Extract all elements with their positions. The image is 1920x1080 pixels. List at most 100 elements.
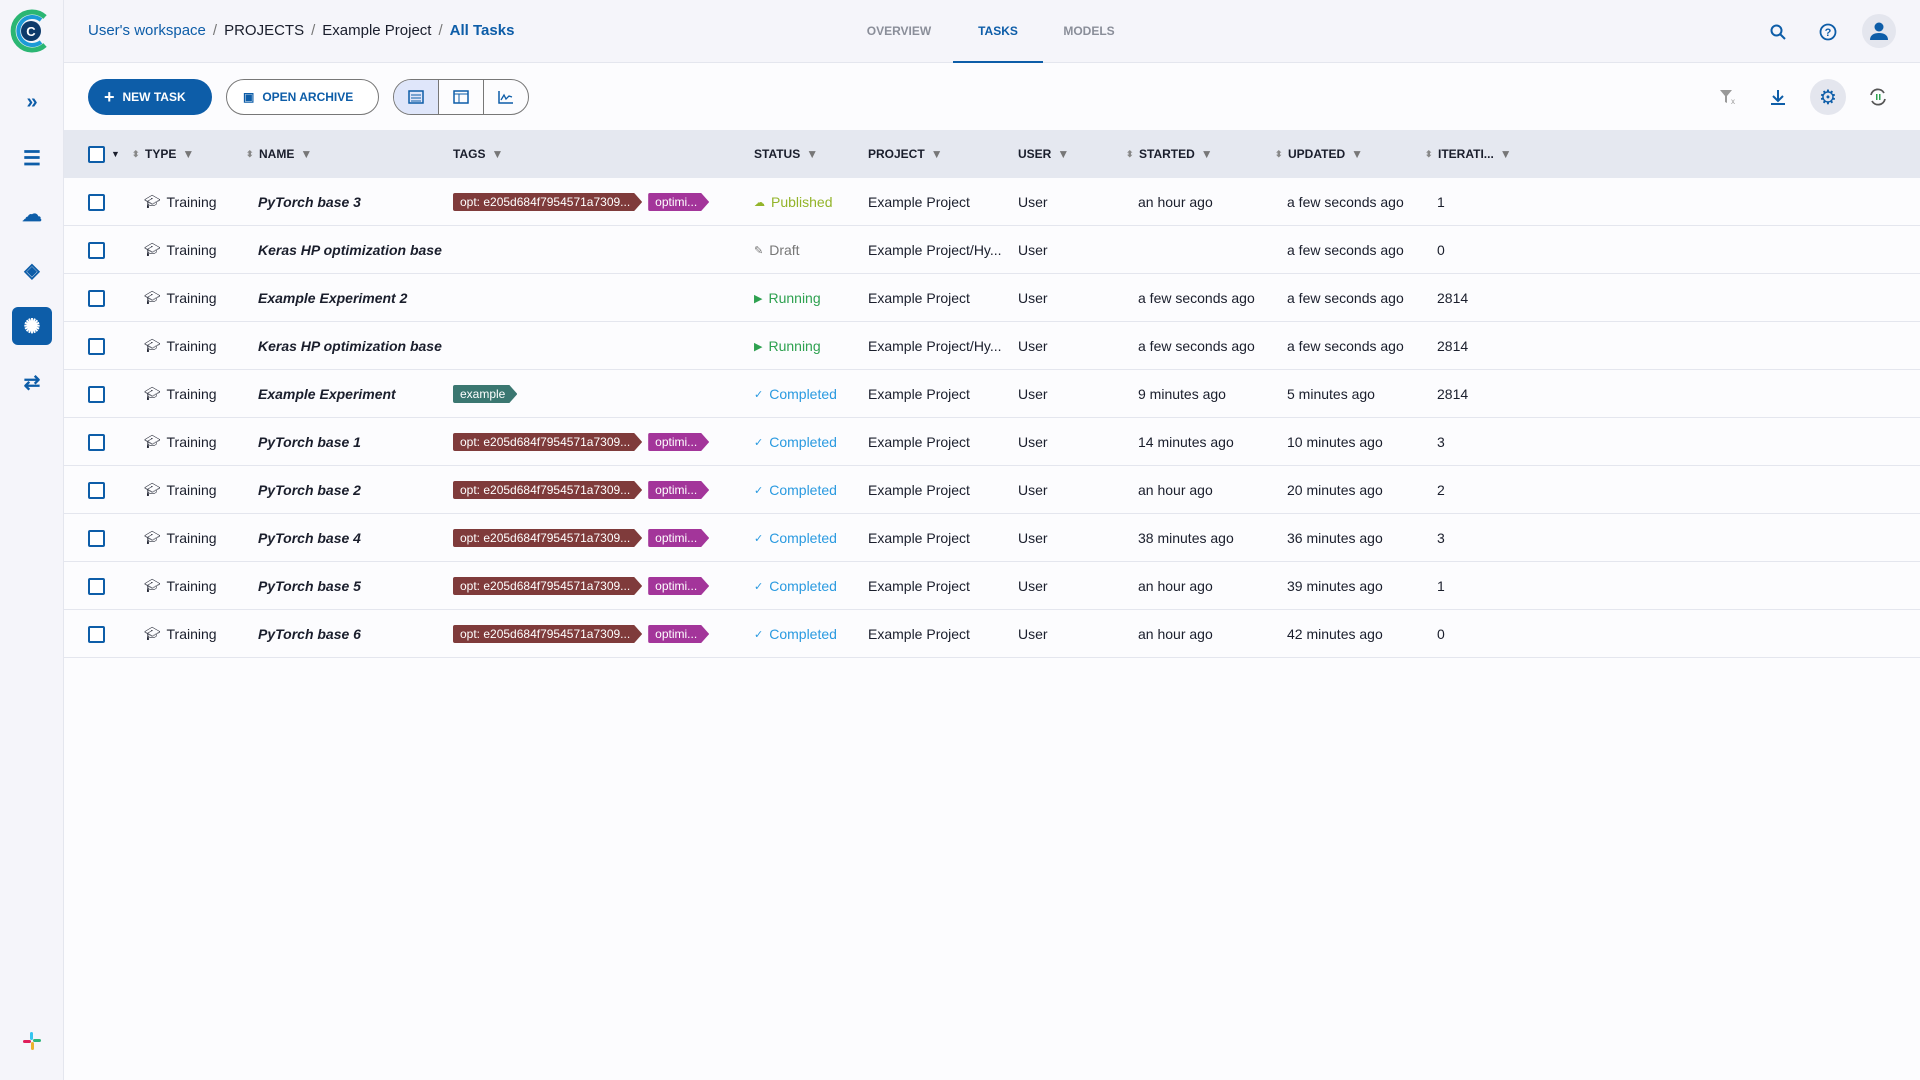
tag-chip[interactable]: optimi...	[648, 433, 709, 451]
table-row[interactable]: 🎓︎ Training PyTorch base 6 opt: e205d684f79…	[64, 610, 1920, 658]
task-name[interactable]: Keras HP optimization base	[258, 226, 442, 274]
row-checkbox[interactable]	[88, 226, 105, 274]
tag-chip[interactable]: optimi...	[648, 481, 709, 499]
user-cell: User	[1018, 290, 1048, 306]
row-checkbox[interactable]	[88, 466, 105, 514]
iterations-cell: 2814	[1437, 386, 1469, 402]
help-icon[interactable]: ?	[1812, 16, 1844, 48]
tag-chip[interactable]: optimi...	[648, 625, 709, 643]
project-cell: Example Project	[868, 626, 970, 642]
training-type-icon: 🎓︎	[144, 482, 161, 497]
row-checkbox[interactable]	[88, 322, 105, 370]
breadcrumb-project[interactable]: Example Project	[322, 22, 431, 39]
updated-cell: 5 minutes ago	[1287, 386, 1375, 402]
download-icon[interactable]	[1760, 79, 1796, 115]
breadcrumb-projects[interactable]: PROJECTS	[224, 22, 304, 39]
task-name[interactable]: PyTorch base 3	[258, 178, 361, 226]
tag-chip[interactable]: opt: e205d684f7954571a7309...	[453, 193, 642, 211]
table-row[interactable]: 🎓︎ Training PyTorch base 1 opt: e205d684f79…	[64, 418, 1920, 466]
row-checkbox[interactable]	[88, 562, 105, 610]
tag-chip[interactable]: opt: e205d684f7954571a7309...	[453, 481, 642, 499]
column-header-updated[interactable]: ⬍ UPDATED ▼	[1275, 130, 1363, 178]
project-cell: Example Project/Hy...	[868, 338, 1002, 354]
workers-icon[interactable]: ☰	[12, 139, 52, 177]
task-type: Training	[166, 578, 217, 594]
tag-chip[interactable]: opt: e205d684f7954571a7309...	[453, 625, 642, 643]
row-checkbox[interactable]	[88, 178, 105, 226]
table-row[interactable]: 🎓︎ Training PyTorch base 5 opt: e205d684f79…	[64, 562, 1920, 610]
slack-icon[interactable]	[12, 1022, 52, 1060]
task-name[interactable]: Example Experiment	[258, 370, 396, 418]
table-header: ▼ ⬍ TYPE ▼ ⬍ NAME ▼ TAGS ▼ STATUS ▼ PROJECT ▼ USER ▼ ⬍…	[64, 130, 1920, 178]
user-avatar-icon[interactable]	[1862, 14, 1896, 48]
tab-overview[interactable]: OVERVIEW	[864, 0, 934, 63]
row-checkbox[interactable]	[88, 610, 105, 658]
task-name[interactable]: PyTorch base 4	[258, 514, 361, 562]
task-name[interactable]: PyTorch base 6	[258, 610, 361, 658]
column-header-iterati[interactable]: ⬍ ITERATI... ▼	[1425, 130, 1512, 178]
table-row[interactable]: 🎓︎ Training PyTorch base 2 opt: e205d684f79…	[64, 466, 1920, 514]
clear-filters-icon[interactable]: x	[1710, 79, 1746, 115]
task-name[interactable]: PyTorch base 2	[258, 466, 361, 514]
tag-chip[interactable]: optimi...	[648, 529, 709, 547]
sort-icon: ⬍	[1126, 148, 1134, 159]
logo-icon[interactable]: C	[8, 8, 54, 54]
started-cell: a few seconds ago	[1138, 290, 1255, 306]
column-header-project[interactable]: PROJECT ▼	[868, 130, 943, 178]
row-checkbox[interactable]	[88, 274, 105, 322]
row-checkbox[interactable]	[88, 514, 105, 562]
task-name[interactable]: PyTorch base 5	[258, 562, 361, 610]
updated-cell: a few seconds ago	[1287, 338, 1404, 354]
user-cell: User	[1018, 194, 1048, 210]
task-name[interactable]: Keras HP optimization base	[258, 322, 442, 370]
table-view-icon[interactable]	[394, 80, 439, 114]
select-all-checkbox[interactable]: ▼	[88, 130, 120, 178]
column-header-name[interactable]: ⬍ NAME ▼	[246, 130, 312, 178]
tag-chip[interactable]: opt: e205d684f7954571a7309...	[453, 529, 642, 547]
open-archive-button[interactable]: ▣ OPEN ARCHIVE	[226, 79, 379, 115]
table-row[interactable]: 🎓︎ Training Example Experiment example ✓ Comp…	[64, 370, 1920, 418]
tag-chip[interactable]: optimi...	[648, 577, 709, 595]
table-row[interactable]: 🎓︎ Training Keras HP optimization base ✎ Dra…	[64, 226, 1920, 274]
column-header-started[interactable]: ⬍ STARTED ▼	[1126, 130, 1213, 178]
auto-refresh-icon[interactable]	[1860, 79, 1896, 115]
task-type: Training	[166, 386, 217, 402]
row-checkbox[interactable]	[88, 370, 105, 418]
tag-chip[interactable]: opt: e205d684f7954571a7309...	[453, 577, 642, 595]
svg-text:?: ?	[1825, 27, 1832, 39]
tab-tasks[interactable]: TASKS	[953, 0, 1043, 63]
details-view-icon[interactable]	[439, 80, 484, 114]
tag-chip[interactable]: optimi...	[648, 193, 709, 211]
table-row[interactable]: 🎓︎ Training Example Experiment 2 ▶ Running Ex…	[64, 274, 1920, 322]
status-completed-icon: ✓	[754, 388, 764, 401]
autoscaler-icon[interactable]: ☁	[12, 195, 52, 233]
table-row[interactable]: 🎓︎ Training PyTorch base 4 opt: e205d684f79…	[64, 514, 1920, 562]
column-header-type[interactable]: ⬍ TYPE ▼	[132, 130, 194, 178]
compare-chart-icon[interactable]	[484, 80, 528, 114]
table-row[interactable]: 🎓︎ Training PyTorch base 3 opt: e205d684f79…	[64, 178, 1920, 226]
task-name[interactable]: PyTorch base 1	[258, 418, 361, 466]
new-task-button[interactable]: + NEW TASK	[88, 79, 212, 115]
search-icon[interactable]	[1762, 16, 1794, 48]
tag-chip[interactable]: example	[453, 385, 517, 403]
column-header-user[interactable]: USER ▼	[1018, 130, 1069, 178]
status-completed-icon: ✓	[754, 484, 764, 497]
table-row[interactable]: 🎓︎ Training Keras HP optimization base ▶ Run…	[64, 322, 1920, 370]
tag-chip[interactable]: opt: e205d684f7954571a7309...	[453, 433, 642, 451]
settings-gear-icon[interactable]: ⚙	[1810, 79, 1846, 115]
task-name[interactable]: Example Experiment 2	[258, 274, 407, 322]
tab-models[interactable]: MODELS	[1054, 0, 1124, 63]
user-cell: User	[1018, 386, 1048, 402]
breadcrumb-workspace[interactable]: User's workspace	[88, 22, 206, 39]
updated-cell: 10 minutes ago	[1287, 434, 1383, 450]
project-cell: Example Project	[868, 194, 970, 210]
row-checkbox[interactable]	[88, 418, 105, 466]
experiments-icon[interactable]: ✺	[12, 307, 52, 345]
status-running-icon: ▶	[754, 340, 763, 353]
column-header-status[interactable]: STATUS ▼	[754, 130, 818, 178]
pipelines-icon[interactable]: »	[12, 83, 52, 121]
breadcrumb: User's workspace / PROJECTS / Example Proj…	[88, 22, 515, 39]
datasets-icon[interactable]: ◈	[12, 251, 52, 289]
column-header-tags[interactable]: TAGS ▼	[453, 130, 503, 178]
orchestration-icon[interactable]: ⇄	[12, 363, 52, 401]
